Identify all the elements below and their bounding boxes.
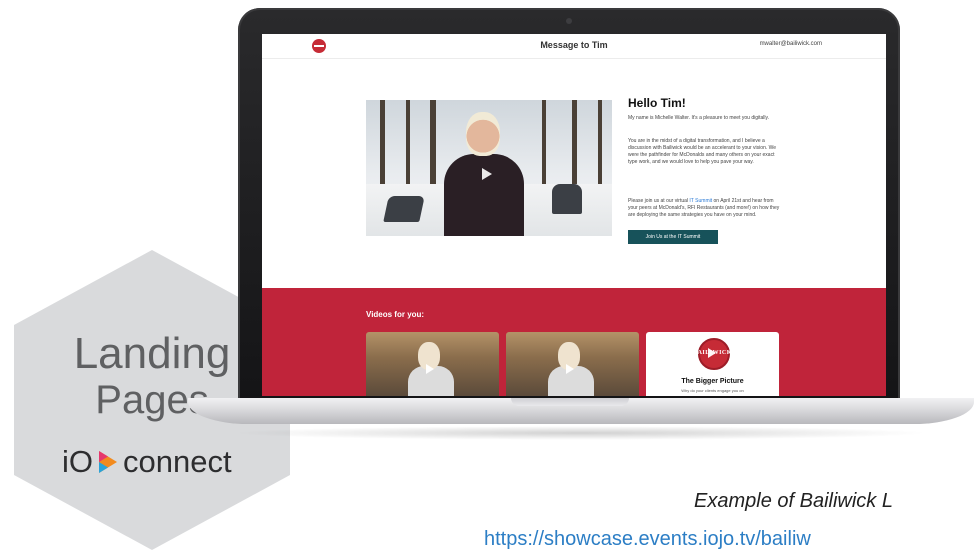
laptop-screen: Message to Tim mwalter@bailiwick.com Hel…	[262, 34, 886, 396]
presenter-head	[466, 112, 500, 156]
video-caption: The Bigger Picture	[681, 378, 744, 385]
video-thumbnail-3[interactable]: BAILIWICK The Bigger Picture Why do your…	[646, 332, 779, 396]
example-caption: Example of Bailiwick L	[694, 490, 893, 512]
adirondack-chair	[383, 196, 425, 222]
adirondack-chair	[552, 184, 582, 214]
laptop-shadow	[230, 426, 930, 440]
invite-prefix: Please join us at our virtual	[628, 198, 690, 204]
logo-text-connect: connect	[123, 444, 232, 479]
video-subcaption: Why do your clients engage you on	[681, 388, 744, 393]
site-header: Message to Tim mwalter@bailiwick.com	[262, 34, 886, 59]
tree-trunk	[542, 100, 546, 188]
invite-paragraph: Please join us at our virtual IT Summit …	[628, 198, 784, 219]
play-icon[interactable]	[426, 364, 434, 374]
tree-trunk	[430, 100, 436, 192]
ioconnect-logo: iO connect	[62, 444, 232, 480]
tree-trunk	[598, 100, 602, 184]
tree-trunk	[380, 100, 385, 190]
play-triangle-icon	[99, 451, 117, 473]
video-thumbnail-2[interactable]	[506, 332, 639, 396]
it-summit-link[interactable]: IT Summit	[689, 198, 712, 204]
tree-trunk	[572, 100, 577, 190]
laptop-notch	[511, 398, 629, 406]
intro-paragraph: My name is Michelle Walter. It's a pleas…	[628, 115, 770, 121]
laptop-base	[188, 398, 974, 424]
camera-icon	[566, 18, 572, 24]
tree-trunk	[406, 100, 410, 186]
hero-video-player[interactable]	[366, 100, 612, 236]
greeting-heading: Hello Tim!	[628, 96, 686, 110]
contact-email-link[interactable]: mwalter@bailiwick.com	[760, 41, 822, 47]
logo-text-io: iO	[62, 444, 93, 479]
play-icon[interactable]	[482, 168, 492, 180]
play-icon[interactable]	[708, 348, 716, 358]
presenter-figure	[444, 154, 524, 236]
play-icon[interactable]	[566, 364, 574, 374]
videos-heading: Videos for you:	[366, 310, 425, 319]
body-paragraph: You are in the midst of a digital transf…	[628, 138, 777, 165]
showcase-url-link[interactable]: https://showcase.events.iojo.tv/bailiw	[484, 528, 811, 551]
video-thumbnail-1[interactable]	[366, 332, 499, 396]
join-summit-button[interactable]: Join Us at the IT Summit	[628, 230, 718, 244]
